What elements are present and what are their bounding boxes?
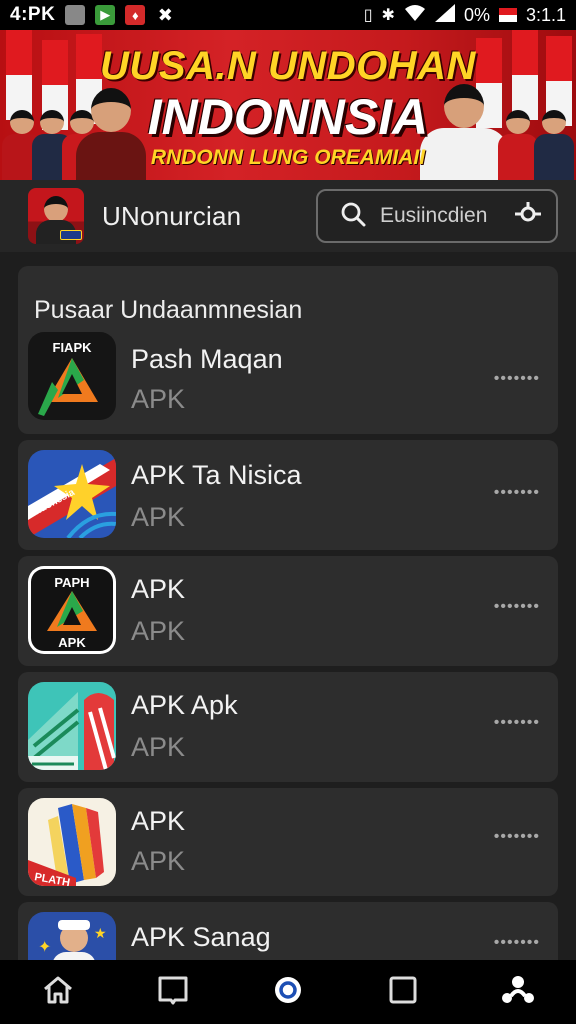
more-options-icon[interactable]: •••••••: [494, 598, 540, 616]
nav-discover[interactable]: [258, 962, 318, 1022]
signal-icon: [434, 3, 455, 27]
app-icon: Indonesia: [28, 450, 116, 538]
gray-square-icon: [65, 5, 86, 25]
nav-recents[interactable]: [373, 962, 433, 1022]
svg-text:★: ★: [94, 925, 107, 941]
people-icon: [501, 974, 535, 1011]
app-name: Pash Maqan: [131, 344, 283, 374]
nav-home[interactable]: [28, 962, 88, 1022]
more-options-icon[interactable]: •••••••: [494, 828, 540, 846]
list-item[interactable]: PAPH APK APK APK •••••••: [18, 556, 558, 666]
search-placeholder: Eusiincdien: [380, 204, 488, 227]
app-icon: [28, 682, 116, 770]
app-name: APK: [131, 574, 186, 604]
search-icon: [340, 201, 366, 232]
more-options-icon[interactable]: •••••••: [494, 370, 540, 388]
battery-saver-icon: ▯: [363, 7, 373, 24]
list-item[interactable]: Indonesia APK Ta Nisica APK •••••••: [18, 440, 558, 550]
svg-text:✦: ✦: [38, 939, 51, 956]
nav-profile[interactable]: [488, 962, 548, 1022]
banner-title-top: UUSA.N UNDOHAN: [100, 44, 476, 88]
filter-toggle-icon[interactable]: [514, 200, 542, 233]
flag-icon: [498, 8, 517, 22]
app-icon: PAPH APK: [28, 566, 116, 654]
battery-percent: 0%: [463, 4, 490, 25]
app-icon-label: FIAPK: [53, 340, 93, 355]
play-store-icon: ▶: [95, 5, 116, 25]
x-icon: ✖: [157, 4, 173, 25]
app-icon-label: APK: [58, 635, 86, 650]
list-item[interactable]: FIAPK Pash Maqan APK •••••••: [18, 328, 558, 434]
banner-title-main: INDONNSIA: [147, 89, 429, 145]
app-type: APK: [131, 616, 186, 646]
wifi-icon: [404, 4, 426, 27]
red-app-icon: ♦: [125, 5, 146, 25]
app-icon: FIAPK: [28, 332, 116, 420]
app-title: UNonurcian: [102, 200, 242, 231]
circle-icon: [272, 974, 304, 1011]
app-header: UNonurcian Eusiincdien: [0, 180, 576, 252]
banner-subtitle: RNDONN LUNG OREAMIAII: [150, 146, 426, 169]
app-type: APK: [131, 846, 186, 876]
list-item[interactable]: APK Apk APK •••••••: [18, 672, 558, 782]
status-clock: 3:1.1: [525, 4, 566, 25]
avatar[interactable]: [28, 188, 84, 244]
app-type: APK: [131, 732, 186, 762]
status-time: 4:PK: [10, 4, 56, 25]
bookmark-icon: [157, 975, 189, 1010]
app-name: APK: [131, 806, 186, 836]
section-title: Pusaar Undaanmnesian: [34, 296, 303, 324]
app-type: APK: [131, 502, 186, 532]
app-type: APK: [131, 384, 186, 414]
more-options-icon[interactable]: •••••••: [494, 484, 540, 502]
app-icon: PLATH: [28, 798, 116, 886]
square-icon: [388, 975, 418, 1010]
bottom-navigation: [0, 960, 576, 1024]
list-item[interactable]: PLATH APK APK •••••••: [18, 788, 558, 896]
status-bar: 4:PK ▶ ♦ ✖ ▯ ✱ 0% 3:1.1: [0, 0, 576, 30]
promo-banner[interactable]: UUSA.N UNDOHAN INDONNSIA RNDONN LUNG ORE…: [0, 30, 576, 180]
more-options-icon[interactable]: •••••••: [494, 714, 540, 732]
app-name: APK Ta Nisica: [131, 460, 302, 490]
mute-icon: ✱: [381, 7, 395, 24]
search-input[interactable]: Eusiincdien: [316, 189, 558, 243]
nav-bookmarks[interactable]: [143, 962, 203, 1022]
app-list: Pusaar Undaanmnesian FIAPK Pash Maqan AP…: [0, 252, 576, 1000]
app-icon-label: PAPH: [54, 575, 89, 590]
more-options-icon[interactable]: •••••••: [494, 934, 540, 952]
app-name: APK Sanag: [131, 922, 271, 952]
home-icon: [42, 975, 74, 1010]
app-name: APK Apk: [131, 690, 238, 720]
